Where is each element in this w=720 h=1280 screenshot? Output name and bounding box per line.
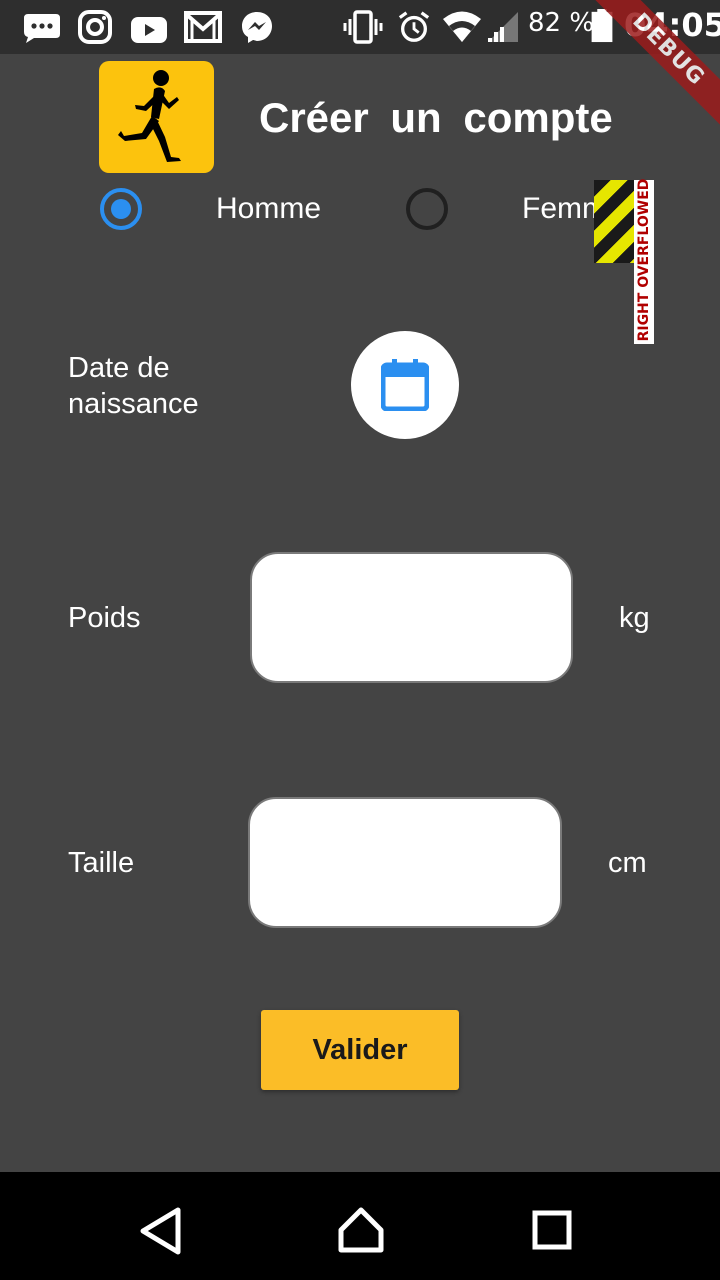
- birth-date-label-line1: Date de: [68, 352, 170, 384]
- navigation-bar: [0, 1172, 720, 1280]
- recents-icon[interactable]: [502, 1172, 602, 1280]
- radio-femme[interactable]: [406, 188, 448, 230]
- birth-date-label-line2: naissance: [68, 388, 199, 420]
- date-picker-button[interactable]: [351, 331, 459, 439]
- wifi-icon: [443, 11, 481, 42]
- status-bar: 82 % 04:05: [0, 0, 720, 54]
- height-unit: cm: [608, 847, 647, 879]
- runner-icon: [118, 70, 181, 162]
- instagram-icon: [78, 10, 112, 44]
- back-icon[interactable]: [110, 1172, 210, 1280]
- home-icon[interactable]: [311, 1172, 411, 1280]
- messenger-icon: [242, 12, 272, 43]
- weight-unit: kg: [619, 602, 650, 634]
- radio-label-homme[interactable]: Homme: [216, 192, 321, 226]
- birth-date-label: Date de naissance: [68, 350, 199, 422]
- gmail-icon: [184, 11, 222, 43]
- alarm-icon: [398, 11, 430, 42]
- chat-bubble-icon: [24, 14, 60, 43]
- battery-percent: 82 %: [528, 8, 595, 38]
- battery-icon: [591, 9, 613, 43]
- overflow-warning-text: RIGHT OVERFLOWED: [636, 178, 652, 342]
- height-input[interactable]: [248, 797, 562, 928]
- overflow-stripes: [594, 180, 634, 263]
- weight-input[interactable]: [250, 552, 573, 683]
- calendar-icon: [381, 359, 429, 411]
- clock: 04:05: [624, 6, 720, 44]
- page-title: Créer un compte: [259, 94, 613, 141]
- weight-label: Poids: [68, 602, 141, 634]
- submit-button[interactable]: Valider: [261, 1010, 459, 1090]
- radio-homme[interactable]: [100, 188, 142, 230]
- youtube-icon: [131, 17, 167, 43]
- height-label: Taille: [68, 847, 135, 879]
- app-logo: [99, 61, 214, 173]
- signal-icon: [488, 12, 518, 42]
- vibrate-icon: [343, 10, 383, 44]
- overflow-warning: RIGHT OVERFLOWED: [634, 178, 654, 344]
